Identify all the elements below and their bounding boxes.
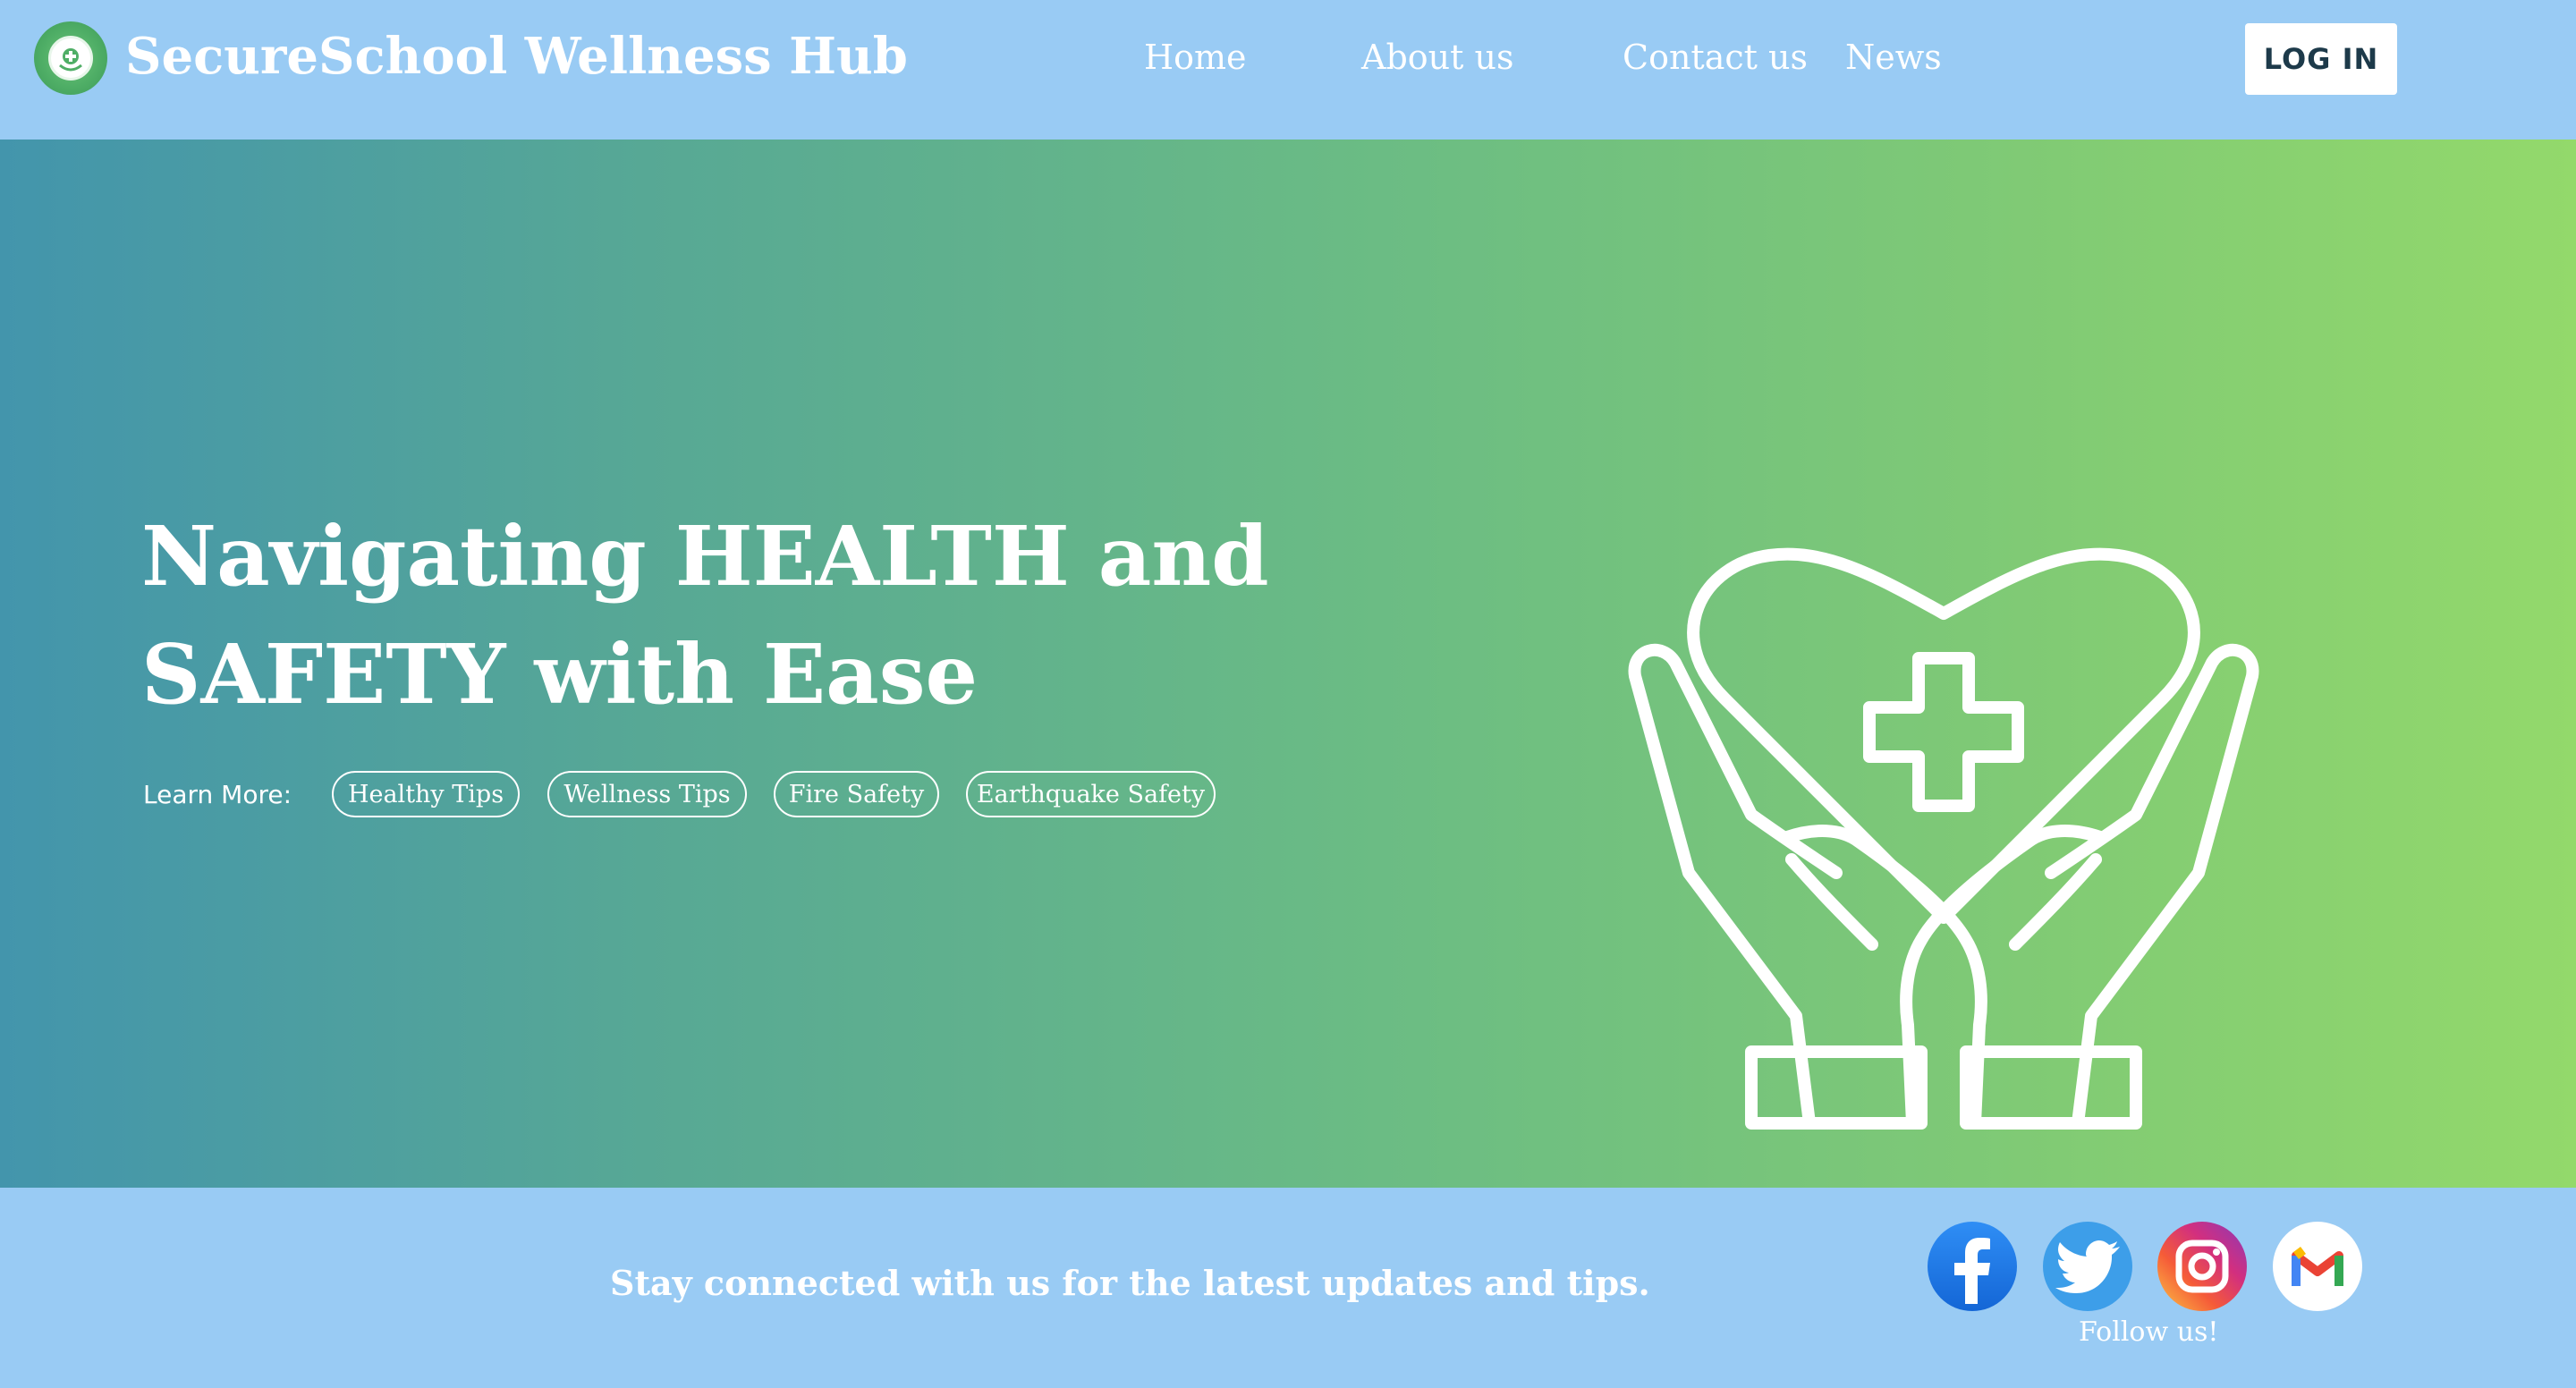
- logo-emblem: [48, 36, 93, 80]
- hero-section: Navigating HEALTH and SAFETY with Ease L…: [0, 140, 2576, 1188]
- site-footer: Stay connected with us for the latest up…: [0, 1188, 2576, 1388]
- tag-earthquake-safety[interactable]: Earthquake Safety: [966, 771, 1216, 817]
- facebook-icon[interactable]: [1928, 1222, 2017, 1311]
- learn-more-label: Learn More:: [143, 780, 292, 809]
- heart-cross-hands-icon: [1628, 547, 2259, 1130]
- logo-icon[interactable]: [34, 21, 107, 95]
- tag-healthy-tips[interactable]: Healthy Tips: [332, 771, 520, 817]
- nav-home[interactable]: Home: [1144, 38, 1247, 77]
- hero-title-line2: SAFETY with Ease: [141, 626, 979, 723]
- site-header: SecureSchool Wellness Hub Home About us …: [0, 0, 2576, 140]
- tag-fire-safety[interactable]: Fire Safety: [774, 771, 939, 817]
- nav-about-us[interactable]: About us: [1361, 38, 1513, 77]
- login-button[interactable]: LOG IN: [2245, 23, 2397, 95]
- nav-news[interactable]: News: [1845, 38, 1942, 77]
- leaf-cross-icon: [59, 48, 82, 72]
- gmail-icon[interactable]: [2273, 1222, 2362, 1311]
- follow-us-label: Follow us!: [2079, 1316, 2219, 1348]
- tag-wellness-tips[interactable]: Wellness Tips: [547, 771, 747, 817]
- site-title[interactable]: SecureSchool Wellness Hub: [125, 27, 908, 86]
- twitter-icon[interactable]: [2043, 1222, 2132, 1311]
- hero-title: Navigating HEALTH and SAFETY with Ease: [141, 497, 1304, 733]
- instagram-icon[interactable]: [2157, 1222, 2247, 1311]
- hero-title-line1: Navigating HEALTH and: [141, 508, 1269, 605]
- footer-tagline: Stay connected with us for the latest up…: [610, 1263, 1650, 1303]
- nav-contact-us[interactable]: Contact us: [1623, 38, 1808, 77]
